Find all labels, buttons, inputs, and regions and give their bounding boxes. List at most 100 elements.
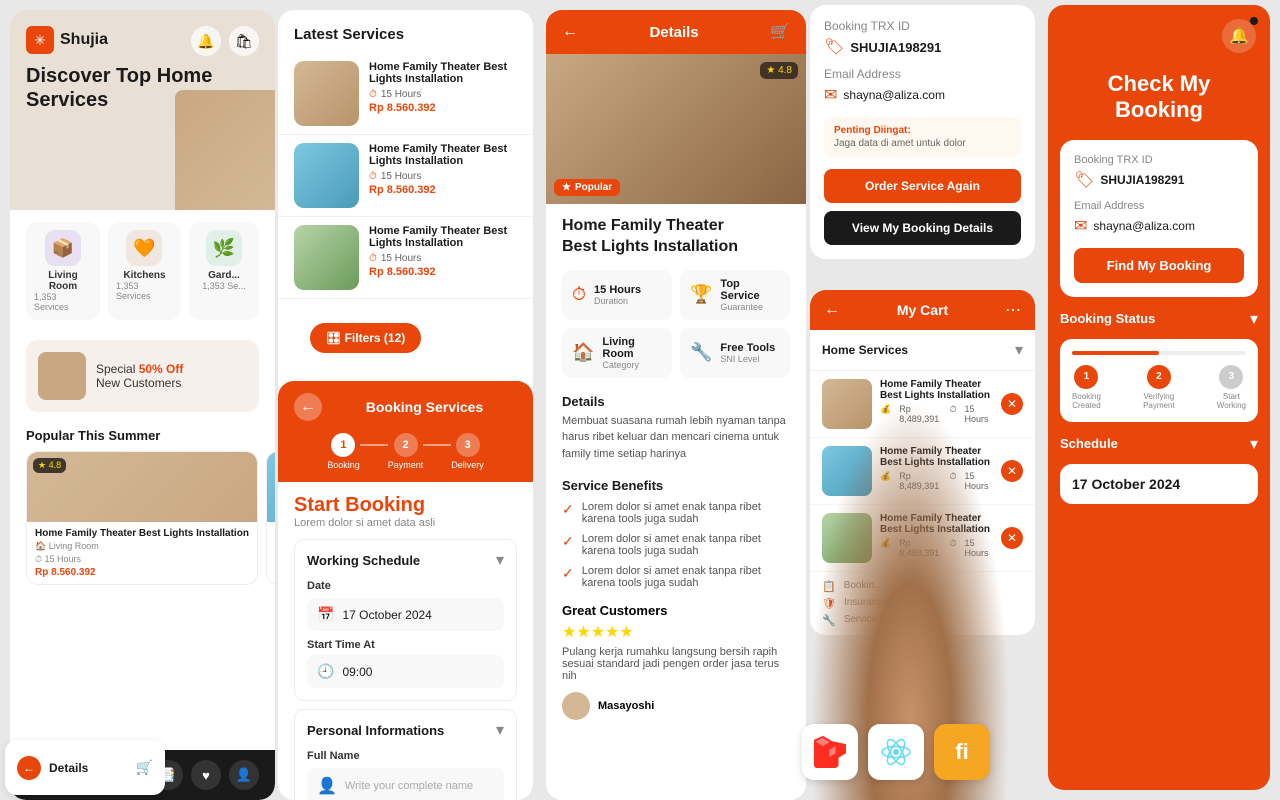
service-image	[294, 225, 359, 290]
step-line	[360, 444, 388, 446]
back-icon[interactable]: ←	[824, 301, 840, 319]
expand-icon[interactable]: ▾	[1250, 434, 1258, 454]
tools-icon: 🔧	[822, 614, 836, 627]
notification-button[interactable]: 🔔	[1222, 19, 1256, 53]
meta-value: Top Service	[720, 278, 780, 302]
view-booking-button[interactable]: View My Booking Details	[824, 211, 1021, 245]
details-section-title: Details	[546, 386, 806, 413]
reviewer-avatar	[562, 692, 590, 720]
service-hours: 15 Hours	[381, 253, 422, 264]
price-icon: 💰	[880, 538, 891, 558]
cart-icon[interactable]: 🛒	[770, 22, 790, 42]
cat-count: 1,353 Se...	[202, 281, 246, 291]
find-booking-button[interactable]: Find My Booking	[1074, 248, 1244, 283]
category-garden[interactable]: 🌿 Gard... 1,353 Se...	[189, 222, 259, 320]
expand-icon[interactable]: ▾	[1250, 309, 1258, 329]
details-snippet-panel: ← Details 🛒	[5, 740, 165, 795]
meta-info: Living Room Category	[602, 336, 662, 370]
working-schedule-header[interactable]: Working Schedule ▾	[295, 540, 516, 580]
booking-label: Bookin...	[844, 580, 883, 593]
step-circle: 3	[1219, 365, 1243, 389]
time-icon: ⏱	[949, 538, 956, 558]
status-header: Booking Status ▾	[1060, 309, 1258, 329]
clock-icon: ⏱	[369, 171, 377, 182]
service-item-2[interactable]: Home Family Theater Best Lights Installa…	[278, 135, 533, 217]
warning-title: Penting Diingat:	[834, 125, 1011, 136]
item-meta: 💰 Rp 8,489,391 ⏱ 15 Hours	[880, 404, 993, 424]
personal-info-label: Personal Informations	[307, 723, 444, 738]
date-value: 17 October 2024	[342, 608, 431, 622]
trophy-icon: 🏆	[690, 284, 712, 305]
order-again-button[interactable]: Order Service Again	[824, 169, 1021, 203]
meta-label: SNI Level	[720, 354, 775, 364]
service-item-1[interactable]: Home Family Theater Best Lights Installa…	[278, 53, 533, 135]
item-hours: 15 Hours	[964, 471, 993, 491]
heart-icon[interactable]: ♥	[191, 760, 221, 790]
check-booking-panel: 🔔 Check My Booking Booking TRX ID 🏷 SHUJ…	[1048, 5, 1270, 790]
personal-info-header[interactable]: Personal Informations ▾	[295, 710, 516, 750]
card-hours: ⏱ 15 Hours	[35, 554, 249, 565]
special-offer-banner: Special 50% Off New Customers	[26, 340, 259, 412]
schedule-date: 17 October 2024	[1072, 476, 1246, 492]
cat-name: Kitchens	[123, 270, 165, 281]
meta-value: Living Room	[602, 336, 662, 360]
cart-header: ← My Cart ⋯	[810, 290, 1035, 330]
meta-guarantee: 🏆 Top Service Guarantee	[680, 270, 790, 320]
personal-info-content: Full Name 👤 Write your complete name	[295, 750, 516, 800]
id-icon: 🏷	[1074, 170, 1094, 190]
cat-count: 1,353 Services	[34, 292, 92, 312]
popular-card-2[interactable]: Mini Swim Po... Soccer Fields 🏊 Recreati…	[266, 451, 275, 585]
trx-id-value: SHUJIA198291	[1100, 173, 1184, 187]
home-services-header: Home Services ▾	[810, 330, 1035, 371]
full-name-field[interactable]: 👤 Write your complete name	[307, 768, 504, 800]
meta-value: Free Tools	[720, 342, 775, 354]
time-value: 09:00	[342, 665, 372, 679]
remove-item-button[interactable]: ✕	[1001, 460, 1023, 482]
start-time-field[interactable]: 🕘 09:00	[307, 655, 504, 688]
trx-id-label: Booking TRX ID	[1074, 154, 1244, 166]
user-icon[interactable]: 👤	[229, 760, 259, 790]
cat-name: Gard...	[208, 270, 240, 281]
remove-item-button[interactable]: ✕	[1001, 393, 1023, 415]
service-title: Home Family Theater Best Lights Installa…	[369, 143, 517, 167]
meta-info: 15 Hours Duration	[594, 284, 641, 306]
filter-button[interactable]: 🎛 Filters (12)	[310, 323, 421, 353]
step-circle: 2	[1147, 365, 1171, 389]
fiverr-logo: fi	[934, 724, 990, 780]
step-circle: 1	[1074, 365, 1098, 389]
start-booking-title: Start Booking	[294, 494, 517, 517]
notification-icon[interactable]: 🔔	[191, 26, 221, 56]
benefit-2: ✓ Lorem dolor si amet enak tanpa ribet k…	[546, 529, 806, 561]
email-icon: ✉	[824, 85, 837, 105]
category-kitchens[interactable]: 🧡 Kitchens 1,353 Services	[108, 222, 181, 320]
time-icon: ⏱	[949, 471, 956, 491]
service-item-3[interactable]: Home Family Theater Best Lights Installa…	[278, 217, 533, 299]
fi-text: fi	[955, 739, 968, 765]
back-icon-snippet[interactable]: ←	[17, 756, 41, 780]
service-meta: ⏱ 15 Hours	[369, 89, 517, 100]
remove-item-button[interactable]: ✕	[1001, 527, 1023, 549]
schedule-title: Schedule	[1060, 436, 1118, 451]
kitchens-icon: 🧡	[126, 230, 162, 266]
bag-icon[interactable]: 🛍	[229, 26, 259, 56]
category-living-room[interactable]: 📦 Living Room 1,353 Services	[26, 222, 100, 320]
meta-tools: 🔧 Free Tools SNI Level	[680, 328, 790, 378]
date-field[interactable]: 📅 17 October 2024	[307, 598, 504, 631]
check-icon: ✓	[562, 501, 574, 518]
trx-id-value: SHUJIA198291	[850, 40, 941, 55]
latest-services-title: Latest Services	[278, 10, 533, 53]
service-price: Rp 8.560.392	[369, 102, 517, 114]
full-name-label: Full Name	[307, 750, 504, 762]
back-button[interactable]: ←	[294, 393, 322, 421]
cart-item-2: Home Family Theater Best Lights Installa…	[810, 438, 1035, 505]
insurance-label: Insurance	[844, 597, 888, 610]
user-icon: 👤	[317, 776, 337, 796]
cart-icon-snippet[interactable]: 🛒	[136, 759, 153, 776]
card-image: ★ 4.8	[27, 452, 257, 522]
popular-card-1[interactable]: ★ 4.8 Home Family Theater Best Lights In…	[26, 451, 258, 585]
insurance-row: 🛡 Insurance	[822, 597, 1023, 610]
service-price: Rp 8.560.392	[369, 184, 517, 196]
step-label-3: Delivery	[451, 460, 484, 470]
item-price: Rp 8,489,391	[899, 404, 941, 424]
back-button[interactable]: ←	[562, 23, 578, 41]
